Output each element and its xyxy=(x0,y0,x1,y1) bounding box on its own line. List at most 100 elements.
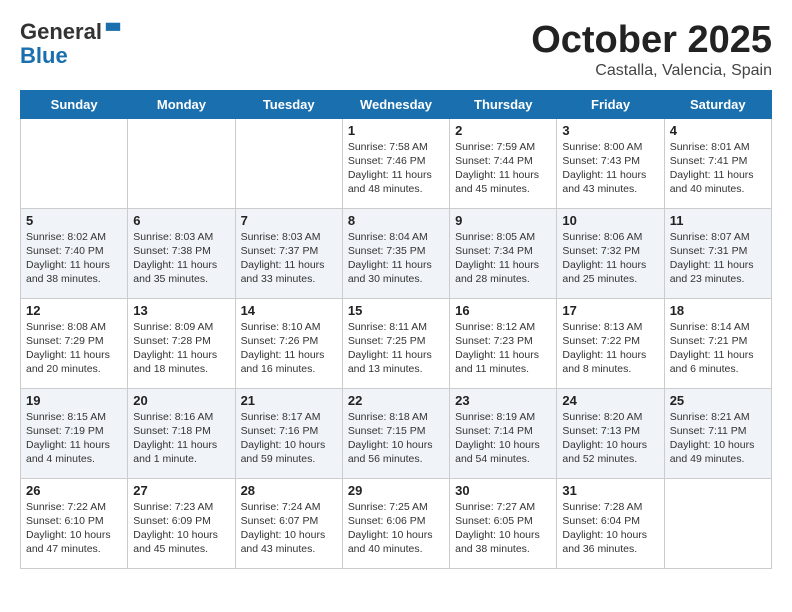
day-content: Sunrise: 8:18 AM Sunset: 7:15 PM Dayligh… xyxy=(348,410,444,467)
day-number: 27 xyxy=(133,483,229,498)
day-content: Sunrise: 7:58 AM Sunset: 7:46 PM Dayligh… xyxy=(348,140,444,197)
calendar-day-9: 9Sunrise: 8:05 AM Sunset: 7:34 PM Daylig… xyxy=(450,208,557,298)
calendar-day-6: 6Sunrise: 8:03 AM Sunset: 7:38 PM Daylig… xyxy=(128,208,235,298)
calendar-day-22: 22 Sunrise: 8:18 AM Sunset: 7:15 PM Dayli… xyxy=(342,388,449,478)
calendar-day-19: 19Sunrise: 8:15 AM Sunset: 7:19 PM Dayli… xyxy=(21,388,128,478)
day-number: 5 xyxy=(26,213,122,228)
day-number: 3 xyxy=(562,123,658,138)
calendar-day-16: 16Sunrise: 8:12 AM Sunset: 7:23 PM Dayli… xyxy=(450,298,557,388)
day-content: Sunrise: 8:06 AM Sunset: 7:32 PM Dayligh… xyxy=(562,230,658,287)
day-content: Sunrise: 8:19 AM Sunset: 7:14 PM Dayligh… xyxy=(455,410,551,467)
day-content: Sunrise: 8:00 AM Sunset: 7:43 PM Dayligh… xyxy=(562,140,658,197)
title-block: October 2025 Castalla, Valencia, Spain xyxy=(531,20,772,80)
day-content: Sunrise: 7:24 AM Sunset: 6:07 PM Dayligh… xyxy=(241,500,337,557)
calendar-empty-cell xyxy=(21,118,128,208)
calendar-week-row: 19Sunrise: 8:15 AM Sunset: 7:19 PM Dayli… xyxy=(21,388,772,478)
calendar-table: SundayMondayTuesdayWednesdayThursdayFrid… xyxy=(20,90,772,569)
day-number: 22 xyxy=(348,393,444,408)
calendar-day-15: 15 Sunrise: 8:11 AM Sunset: 7:25 PM Dayli… xyxy=(342,298,449,388)
header-day-saturday: Saturday xyxy=(664,90,771,118)
calendar-day-18: 18 Sunrise: 8:14 AM Sunset: 7:21 PM Dayli… xyxy=(664,298,771,388)
header-day-tuesday: Tuesday xyxy=(235,90,342,118)
calendar-day-1: 1 Sunrise: 7:58 AM Sunset: 7:46 PM Daylig… xyxy=(342,118,449,208)
logo-blue: Blue xyxy=(20,43,68,68)
day-content: Sunrise: 8:20 AM Sunset: 7:13 PM Dayligh… xyxy=(562,410,658,467)
calendar-empty-cell xyxy=(664,478,771,568)
day-number: 11 xyxy=(670,213,766,228)
header-day-friday: Friday xyxy=(557,90,664,118)
day-content: Sunrise: 8:21 AM Sunset: 7:11 PM Dayligh… xyxy=(670,410,766,467)
calendar-body: 1 Sunrise: 7:58 AM Sunset: 7:46 PM Daylig… xyxy=(21,118,772,568)
day-content: Sunrise: 8:07 AM Sunset: 7:31 PM Dayligh… xyxy=(670,230,766,287)
day-content: Sunrise: 7:25 AM Sunset: 6:06 PM Dayligh… xyxy=(348,500,444,557)
calendar-day-24: 24 Sunrise: 8:20 AM Sunset: 7:13 PM Dayli… xyxy=(557,388,664,478)
calendar-day-7: 7Sunrise: 8:03 AM Sunset: 7:37 PM Daylig… xyxy=(235,208,342,298)
day-content: Sunrise: 8:08 AM Sunset: 7:29 PM Dayligh… xyxy=(26,320,122,377)
calendar-empty-cell xyxy=(235,118,342,208)
day-content: Sunrise: 8:04 AM Sunset: 7:35 PM Dayligh… xyxy=(348,230,444,287)
day-number: 30 xyxy=(455,483,551,498)
day-number: 13 xyxy=(133,303,229,318)
calendar-day-5: 5 Sunrise: 8:02 AM Sunset: 7:40 PM Daylig… xyxy=(21,208,128,298)
calendar-day-8: 8 Sunrise: 8:04 AM Sunset: 7:35 PM Daylig… xyxy=(342,208,449,298)
calendar-week-row: 1 Sunrise: 7:58 AM Sunset: 7:46 PM Daylig… xyxy=(21,118,772,208)
day-content: Sunrise: 7:27 AM Sunset: 6:05 PM Dayligh… xyxy=(455,500,551,557)
logo-general: General xyxy=(20,19,102,44)
header-day-thursday: Thursday xyxy=(450,90,557,118)
day-number: 18 xyxy=(670,303,766,318)
day-number: 15 xyxy=(348,303,444,318)
day-number: 21 xyxy=(241,393,337,408)
day-content: Sunrise: 8:01 AM Sunset: 7:41 PM Dayligh… xyxy=(670,140,766,197)
day-content: Sunrise: 8:02 AM Sunset: 7:40 PM Dayligh… xyxy=(26,230,122,287)
day-content: Sunrise: 7:23 AM Sunset: 6:09 PM Dayligh… xyxy=(133,500,229,557)
day-number: 14 xyxy=(241,303,337,318)
day-number: 4 xyxy=(670,123,766,138)
logo-flag-icon xyxy=(104,21,122,39)
day-number: 1 xyxy=(348,123,444,138)
day-number: 12 xyxy=(26,303,122,318)
calendar-day-10: 10Sunrise: 8:06 AM Sunset: 7:32 PM Dayli… xyxy=(557,208,664,298)
day-number: 24 xyxy=(562,393,658,408)
calendar-day-29: 29 Sunrise: 7:25 AM Sunset: 6:06 PM Dayli… xyxy=(342,478,449,568)
day-number: 26 xyxy=(26,483,122,498)
day-number: 16 xyxy=(455,303,551,318)
day-content: Sunrise: 8:15 AM Sunset: 7:19 PM Dayligh… xyxy=(26,410,122,467)
day-number: 8 xyxy=(348,213,444,228)
day-content: Sunrise: 8:16 AM Sunset: 7:18 PM Dayligh… xyxy=(133,410,229,467)
calendar-day-17: 17Sunrise: 8:13 AM Sunset: 7:22 PM Dayli… xyxy=(557,298,664,388)
day-content: Sunrise: 7:22 AM Sunset: 6:10 PM Dayligh… xyxy=(26,500,122,557)
day-content: Sunrise: 8:17 AM Sunset: 7:16 PM Dayligh… xyxy=(241,410,337,467)
day-content: Sunrise: 8:14 AM Sunset: 7:21 PM Dayligh… xyxy=(670,320,766,377)
calendar-week-row: 26 Sunrise: 7:22 AM Sunset: 6:10 PM Dayli… xyxy=(21,478,772,568)
calendar-day-26: 26 Sunrise: 7:22 AM Sunset: 6:10 PM Dayli… xyxy=(21,478,128,568)
day-number: 31 xyxy=(562,483,658,498)
calendar-day-3: 3 Sunrise: 8:00 AM Sunset: 7:43 PM Daylig… xyxy=(557,118,664,208)
calendar-header-row: SundayMondayTuesdayWednesdayThursdayFrid… xyxy=(21,90,772,118)
day-content: Sunrise: 8:11 AM Sunset: 7:25 PM Dayligh… xyxy=(348,320,444,377)
page-header: General Blue October 2025 Castalla, Vale… xyxy=(20,20,772,80)
day-number: 17 xyxy=(562,303,658,318)
day-content: Sunrise: 7:59 AM Sunset: 7:44 PM Dayligh… xyxy=(455,140,551,197)
month-title: October 2025 xyxy=(531,20,772,62)
calendar-day-20: 20Sunrise: 8:16 AM Sunset: 7:18 PM Dayli… xyxy=(128,388,235,478)
day-number: 29 xyxy=(348,483,444,498)
day-number: 28 xyxy=(241,483,337,498)
calendar-day-12: 12 Sunrise: 8:08 AM Sunset: 7:29 PM Dayli… xyxy=(21,298,128,388)
calendar-week-row: 5 Sunrise: 8:02 AM Sunset: 7:40 PM Daylig… xyxy=(21,208,772,298)
calendar-empty-cell xyxy=(128,118,235,208)
calendar-week-row: 12 Sunrise: 8:08 AM Sunset: 7:29 PM Dayli… xyxy=(21,298,772,388)
calendar-day-25: 25 Sunrise: 8:21 AM Sunset: 7:11 PM Dayli… xyxy=(664,388,771,478)
calendar-day-13: 13 Sunrise: 8:09 AM Sunset: 7:28 PM Dayli… xyxy=(128,298,235,388)
calendar-day-31: 31 Sunrise: 7:28 AM Sunset: 6:04 PM Dayli… xyxy=(557,478,664,568)
day-content: Sunrise: 8:10 AM Sunset: 7:26 PM Dayligh… xyxy=(241,320,337,377)
header-day-sunday: Sunday xyxy=(21,90,128,118)
day-content: Sunrise: 8:03 AM Sunset: 7:37 PM Dayligh… xyxy=(241,230,337,287)
calendar-day-27: 27 Sunrise: 7:23 AM Sunset: 6:09 PM Dayli… xyxy=(128,478,235,568)
calendar-day-23: 23 Sunrise: 8:19 AM Sunset: 7:14 PM Dayli… xyxy=(450,388,557,478)
day-content: Sunrise: 7:28 AM Sunset: 6:04 PM Dayligh… xyxy=(562,500,658,557)
day-content: Sunrise: 8:03 AM Sunset: 7:38 PM Dayligh… xyxy=(133,230,229,287)
day-number: 25 xyxy=(670,393,766,408)
day-number: 23 xyxy=(455,393,551,408)
calendar-day-14: 14 Sunrise: 8:10 AM Sunset: 7:26 PM Dayli… xyxy=(235,298,342,388)
day-content: Sunrise: 8:09 AM Sunset: 7:28 PM Dayligh… xyxy=(133,320,229,377)
